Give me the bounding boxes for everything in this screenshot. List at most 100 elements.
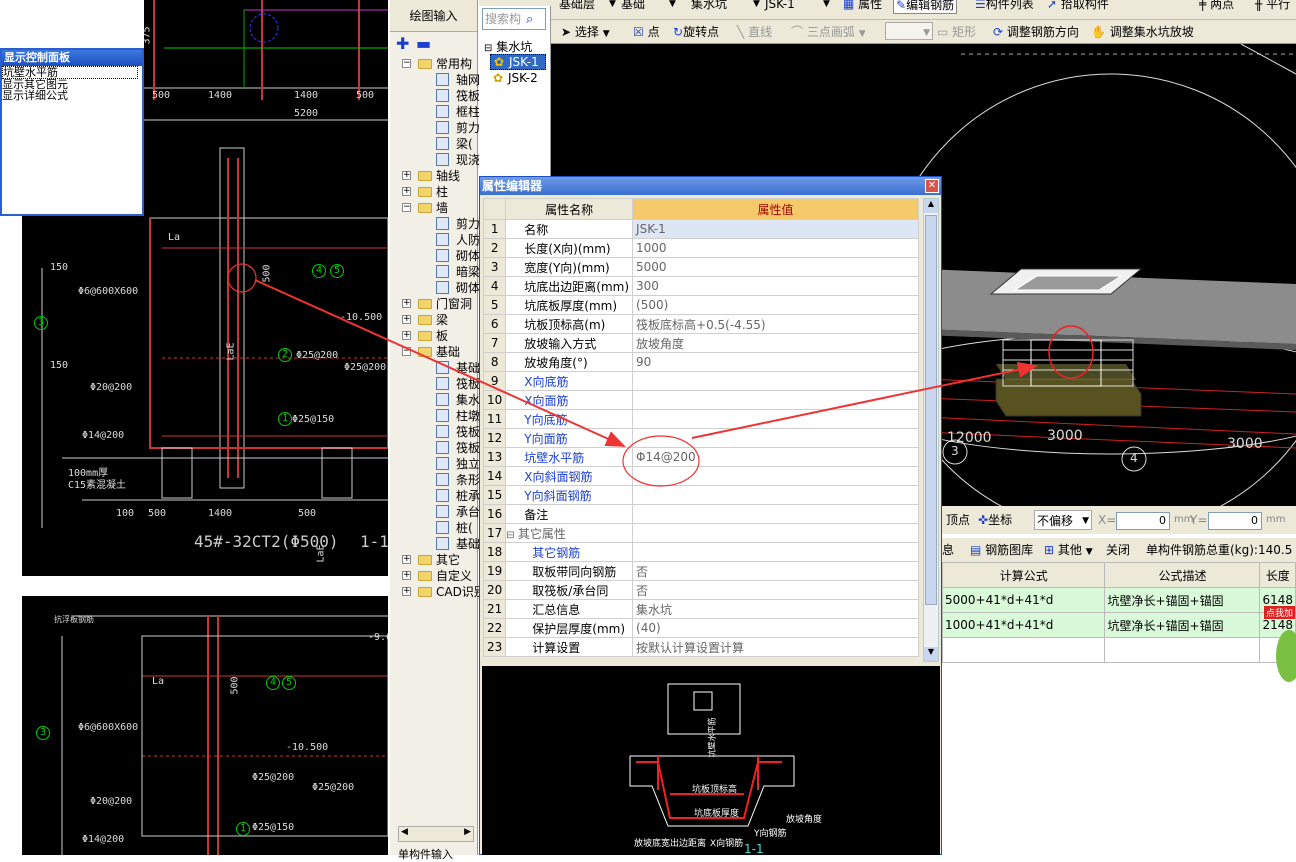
property-value[interactable]: 否 xyxy=(632,580,919,600)
chevron-down-icon[interactable]: ▼ xyxy=(823,0,830,14)
table-row[interactable] xyxy=(942,637,1296,663)
property-row[interactable]: 6 坑板顶标高(m) 筏板底标高+0.5(-4.55) xyxy=(482,314,919,334)
other-button[interactable]: ⊞ 其他 ▼ xyxy=(1044,540,1093,560)
expand-icon[interactable]: + xyxy=(402,299,411,308)
property-row[interactable]: 15 Y向斜面钢筋 xyxy=(482,485,919,505)
property-row[interactable]: 4 坑底出边距离(mm) 300 xyxy=(482,276,919,296)
cad-drawing-bottom[interactable]: 抗浮板钢筋 La 500 Φ6@600X600 Φ20@200 Φ14@200 … xyxy=(22,596,388,855)
display-control-panel[interactable]: 显示控制面板 坑壁水平筋 显示其它图元 显示详细公式 xyxy=(0,48,144,216)
component-tree-root[interactable]: ⊟ 集水坑 xyxy=(484,38,532,55)
property-value[interactable]: (500) xyxy=(632,295,919,315)
property-value[interactable]: 1000 xyxy=(632,238,919,258)
help-badge[interactable]: 点我加 xyxy=(1264,606,1296,619)
collapse-icon[interactable]: − xyxy=(402,347,411,356)
property-value[interactable]: (40) xyxy=(632,618,919,638)
pick-component-button[interactable]: ➚ 拾取构件 xyxy=(1047,0,1109,14)
property-row[interactable]: 17 ⊟ 其它属性 xyxy=(482,523,919,543)
property-value[interactable] xyxy=(632,390,919,410)
parallel-button[interactable]: ╫ 平行 xyxy=(1255,0,1290,14)
type-select[interactable]: 基础 xyxy=(621,0,645,14)
expand-icon[interactable]: + xyxy=(402,171,411,180)
collapse-icon[interactable]: − xyxy=(402,203,411,212)
property-row[interactable]: 21 汇总信息 集水坑 xyxy=(482,599,919,619)
nav-bottom-tab[interactable]: 单构件输入 xyxy=(398,846,453,862)
property-row[interactable]: 19 取板带同向钢筋否 xyxy=(482,561,919,581)
collapse-group-icon[interactable]: ⊟ xyxy=(507,530,518,541)
property-value[interactable] xyxy=(632,542,919,562)
rectangle-button[interactable]: ▭ 矩形 xyxy=(937,22,976,42)
collapse-icon[interactable]: − xyxy=(402,59,411,68)
property-row[interactable]: 18 其它钢筋 xyxy=(482,542,919,562)
y-coordinate-input[interactable]: 0 xyxy=(1208,512,1262,530)
arc-button[interactable]: ⌒ 三点画弧 ▼ xyxy=(791,22,866,42)
close-button[interactable]: 关闭 xyxy=(1106,540,1130,560)
table-row[interactable]: 5000+41*d+41*d 坑壁净长+锚固+锚固 6148 xyxy=(942,587,1296,613)
helper-mascot-icon[interactable] xyxy=(1276,630,1296,682)
rebar-library-button[interactable]: ▤ 钢筋图库 xyxy=(970,540,1033,560)
expand-icon[interactable]: + xyxy=(402,315,411,324)
expand-icon[interactable]: + xyxy=(402,587,411,596)
property-row[interactable]: 11 Y向底筋 xyxy=(482,409,919,429)
property-row[interactable]: 5 坑底板厚度(mm) (500) xyxy=(482,295,919,315)
table-cell[interactable] xyxy=(942,637,1106,663)
property-row[interactable]: 16 备注 xyxy=(482,504,919,524)
scroll-up-icon[interactable]: ▲ xyxy=(924,199,938,213)
nav-header[interactable]: 绘图输入 xyxy=(390,0,477,32)
vertex-button[interactable]: 顶点 xyxy=(946,510,970,530)
property-row[interactable]: 1 名称 JSK-1 xyxy=(482,219,919,239)
search-icon[interactable]: ⌕ xyxy=(526,12,533,27)
style-dropdown[interactable]: ▼ xyxy=(885,22,933,40)
component-select[interactable]: JSK-1 xyxy=(765,0,795,14)
rotate-point-button[interactable]: ↻旋转点 xyxy=(673,22,719,42)
chevron-down-icon[interactable]: ▼ xyxy=(669,0,676,14)
property-value[interactable]: 90 xyxy=(632,352,919,372)
property-value[interactable]: 集水坑 xyxy=(632,599,919,619)
property-scrollbar[interactable]: ▲ ▼ xyxy=(923,198,939,662)
table-cell[interactable]: 坑壁净长+锚固+锚固 xyxy=(1104,587,1261,613)
property-value[interactable]: 300 xyxy=(632,276,919,296)
info-button[interactable]: 息 xyxy=(942,540,954,560)
property-row[interactable]: 12 Y向面筋 xyxy=(482,428,919,448)
chevron-down-icon[interactable]: ▼ xyxy=(609,0,616,14)
expand-icon[interactable]: + xyxy=(402,571,411,580)
component-item-selected[interactable]: ✿ JSK-1 xyxy=(490,54,546,70)
table-row[interactable]: 1000+41*d+41*d 坑壁净长+锚固+锚固 2148 xyxy=(942,612,1296,638)
expand-icon[interactable]: + xyxy=(402,331,411,340)
adjust-rebar-direction-button[interactable]: ⟳ 调整钢筋方向 xyxy=(993,22,1079,42)
property-row[interactable]: 13 坑壁水平筋 Φ14@200 xyxy=(482,447,919,467)
control-panel-item[interactable]: 显示详细公式 xyxy=(2,90,142,101)
property-row[interactable]: 7 放坡输入方式 放坡角度 xyxy=(482,333,919,353)
offset-select[interactable]: 不偏移 ▼ xyxy=(1034,510,1092,530)
property-value[interactable] xyxy=(632,466,919,486)
scroll-down-icon[interactable]: ▼ xyxy=(924,647,938,661)
point-button[interactable]: ☒ 点 xyxy=(633,22,660,42)
property-value[interactable] xyxy=(632,428,919,448)
edit-rebar-button[interactable]: ✎编辑钢筋 xyxy=(893,0,958,14)
select-button[interactable]: ➤ 选择 ▼ xyxy=(561,22,610,42)
property-row[interactable]: 3 宽度(Y向)(mm) 5000 xyxy=(482,257,919,277)
table-cell[interactable]: 坑壁净长+锚固+锚固 xyxy=(1104,612,1261,638)
table-cell[interactable]: 1000+41*d+41*d xyxy=(942,612,1106,638)
floor-select[interactable]: 基础层 xyxy=(559,0,595,14)
property-value[interactable]: 按默认计算设置计算 xyxy=(632,637,919,657)
property-value[interactable] xyxy=(632,504,919,524)
coordinate-button[interactable]: ✜坐标 xyxy=(978,510,1012,530)
expand-icon[interactable]: + xyxy=(402,555,411,564)
component-item[interactable]: ✿ JSK-2 xyxy=(490,70,544,86)
property-value[interactable]: 否 xyxy=(632,561,919,581)
property-row[interactable]: 14 X向斜面钢筋 xyxy=(482,466,919,486)
line-button[interactable]: ╲ 直线 xyxy=(737,22,772,42)
property-row[interactable]: 9 X向底筋 xyxy=(482,371,919,391)
close-icon[interactable]: ✕ xyxy=(925,179,939,193)
subtype-select[interactable]: 集水坑 xyxy=(691,0,727,14)
nav-hscroll[interactable]: ◀ ▶ xyxy=(398,826,474,842)
expand-icon[interactable]: + xyxy=(402,187,411,196)
scroll-thumb[interactable] xyxy=(925,215,937,605)
chevron-down-icon[interactable]: ▼ xyxy=(753,0,760,14)
property-value[interactable] xyxy=(632,523,919,543)
property-row[interactable]: 23 计算设置 按默认计算设置计算 xyxy=(482,637,919,657)
property-value[interactable]: 5000 xyxy=(632,257,919,277)
property-value[interactable] xyxy=(632,409,919,429)
collapse-all-icon[interactable]: ▬ xyxy=(416,34,431,53)
property-value[interactable]: 筏板底标高+0.5(-4.55) xyxy=(632,314,919,334)
